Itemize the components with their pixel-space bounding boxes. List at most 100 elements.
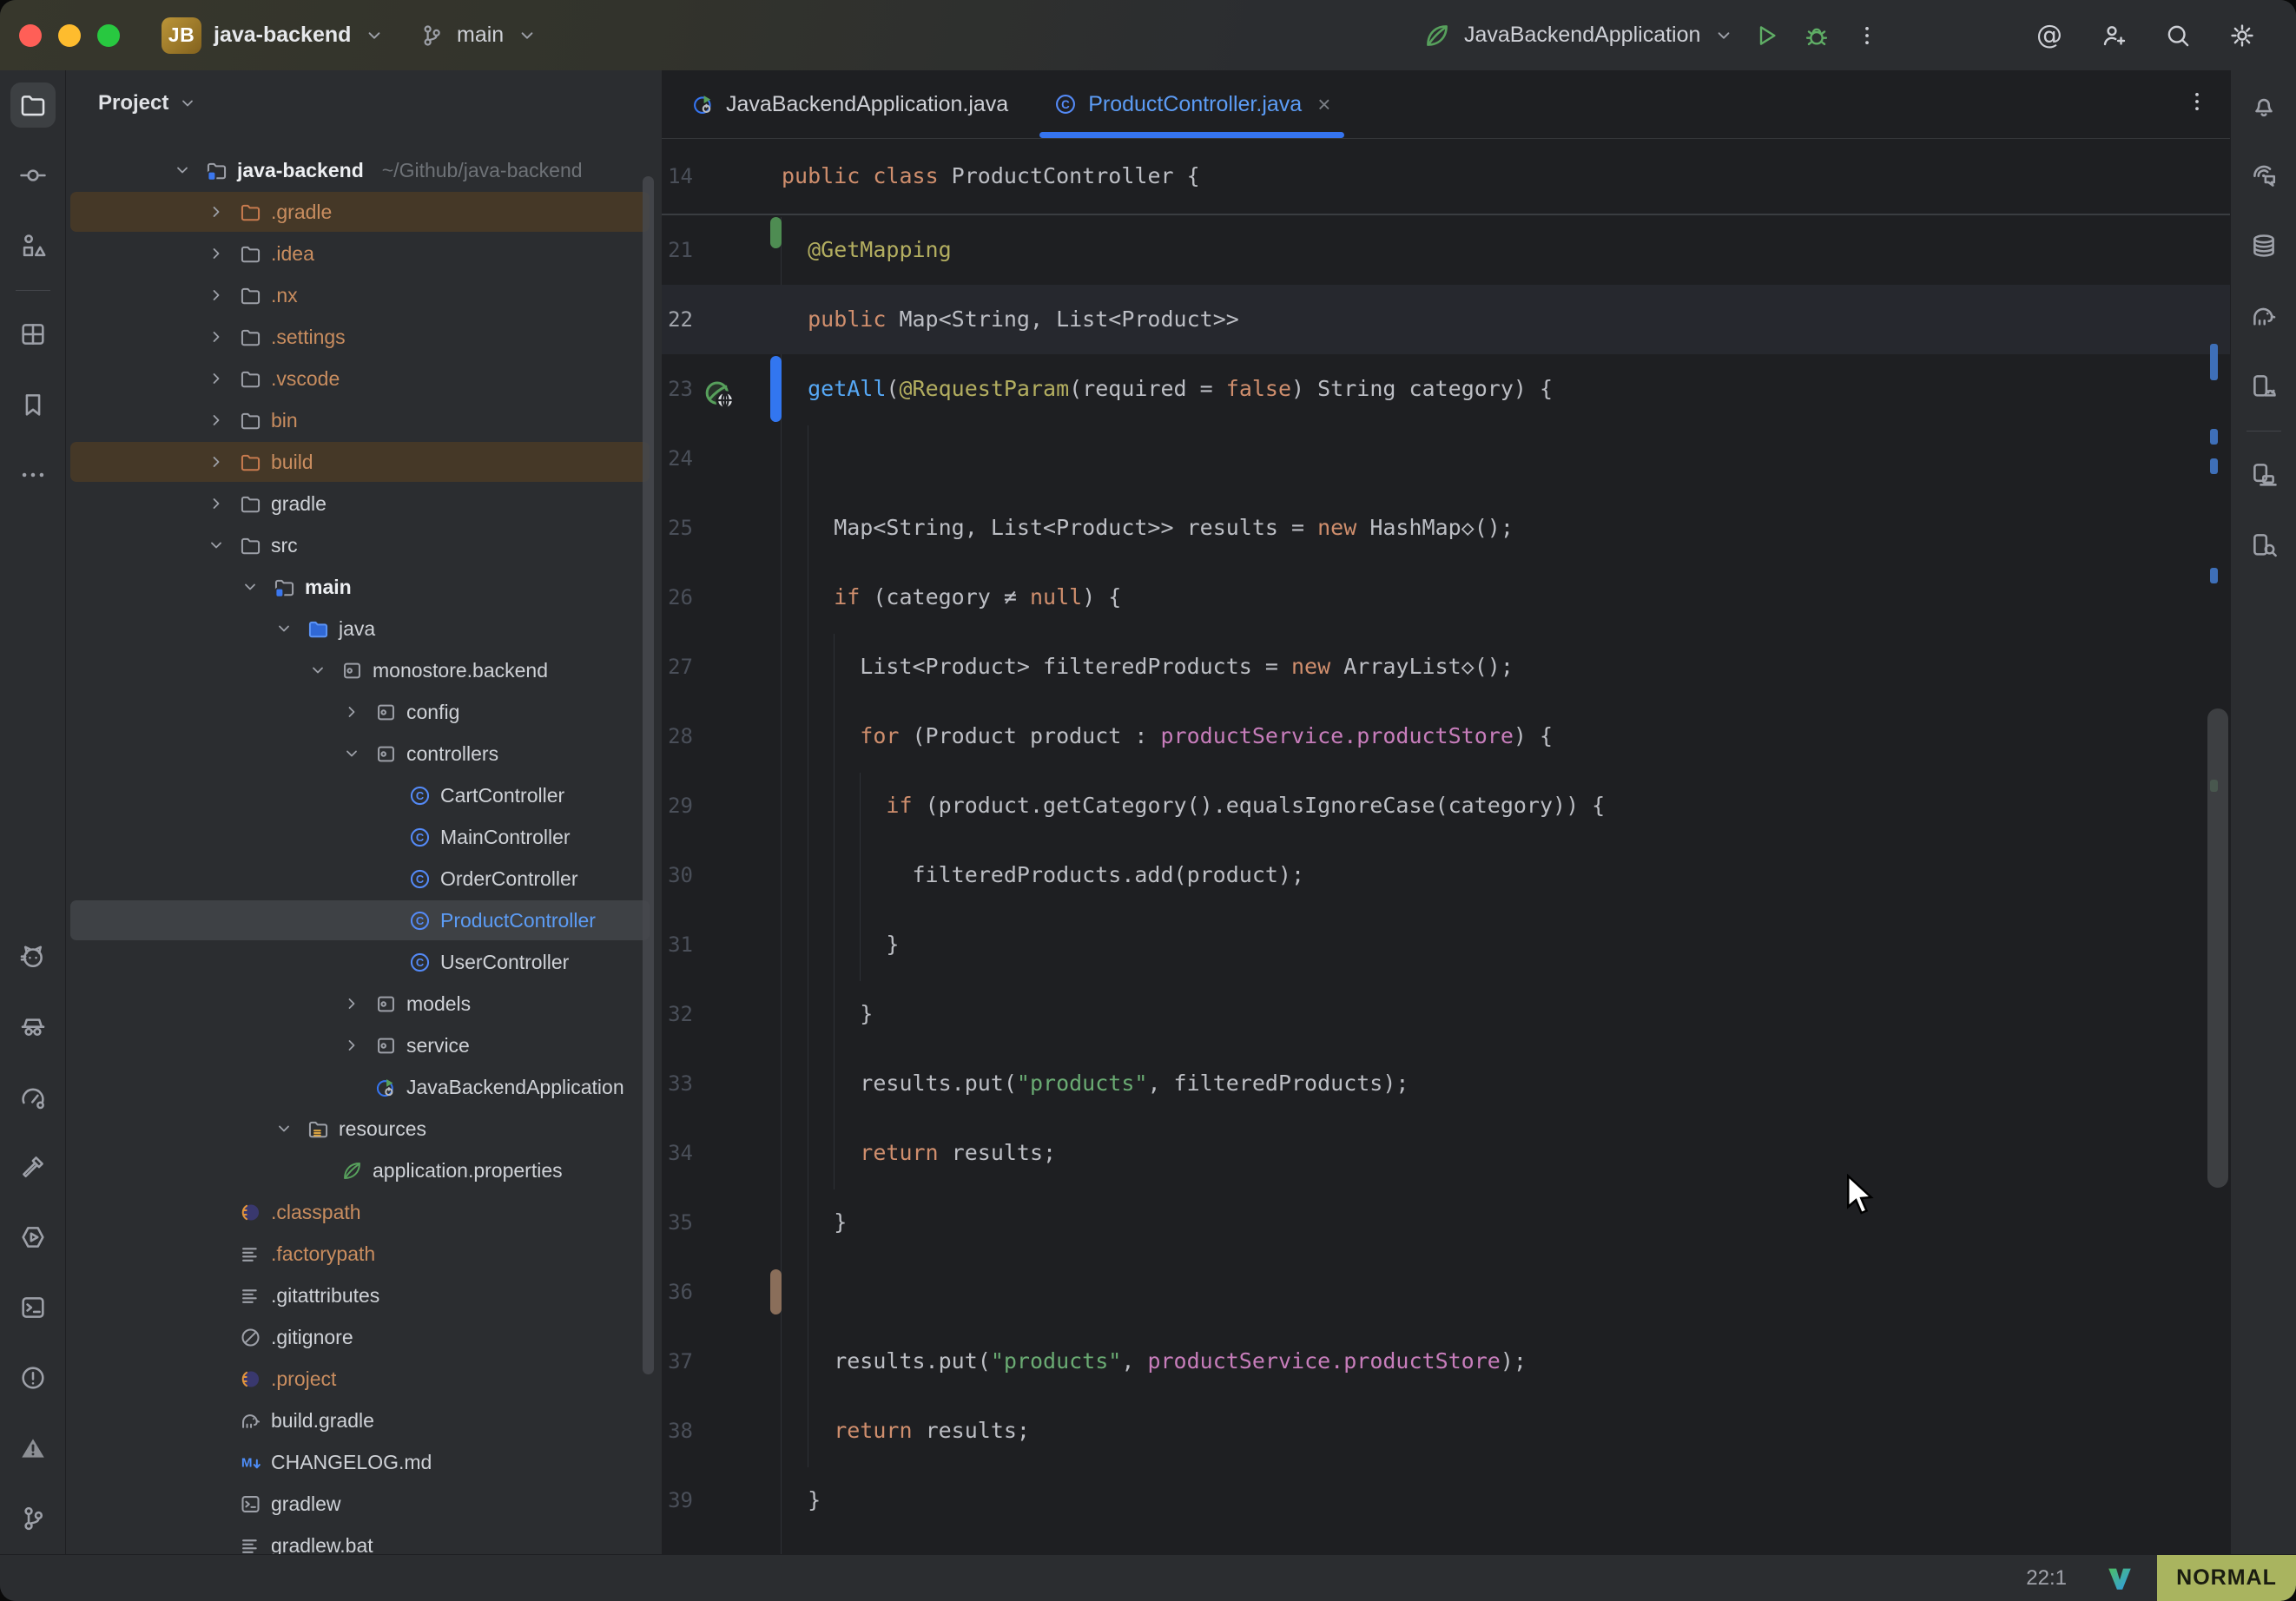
bookmarks-icon[interactable] [10,382,56,427]
tree-item-.idea[interactable]: .idea [67,233,658,274]
chevron-down-icon[interactable] [237,576,263,597]
device-explorer-icon[interactable] [2241,523,2286,568]
chevron-right-icon[interactable] [339,702,365,722]
code-line-35[interactable]: 35} [662,1188,2230,1257]
ai-at-icon[interactable]: @ [2030,16,2068,55]
project-widget[interactable]: JB java-backend [162,0,386,70]
line-number[interactable]: 36 [662,1257,693,1327]
code-line-28[interactable]: 28for (Product product : productService.… [662,702,2230,771]
tree-item-gradlew.bat[interactable]: gradlew.bat [67,1525,658,1554]
line-number[interactable]: 26 [662,563,693,632]
line-number[interactable]: 21 [662,215,693,285]
tree-item-src[interactable]: src [67,524,658,566]
chevron-down-icon[interactable] [305,660,331,681]
chevron-right-icon[interactable] [203,243,229,264]
tree-item-.gitattributes[interactable]: .gitattributes [67,1275,658,1316]
code-line-37[interactable]: 37results.put("products", productService… [662,1327,2230,1396]
line-number[interactable]: 24 [662,424,693,493]
tree-item-controllers[interactable]: controllers [67,733,658,774]
chevron-down-icon[interactable] [169,160,195,181]
line-number[interactable]: 37 [662,1327,693,1396]
tree-item-bin[interactable]: bin [67,399,658,441]
code-line-21[interactable]: 21@GetMapping [662,215,2230,285]
tree-item-.gradle[interactable]: .gradle [67,191,658,233]
tree-item-CartController[interactable]: CCartController [67,774,658,816]
line-number[interactable]: 27 [662,632,693,702]
code-line-32[interactable]: 32} [662,979,2230,1049]
sticky-line[interactable]: 14public class ProductController { [662,139,2230,215]
tree-item-CHANGELOG.md[interactable]: MCHANGELOG.md [67,1441,658,1483]
code-line-27[interactable]: 27List<Product> filteredProducts = new A… [662,632,2230,702]
code-line-24[interactable]: 24 [662,424,2230,493]
build-hammer-icon[interactable] [10,1144,56,1189]
tab-JavaBackendApplication.java[interactable]: JavaBackendApplication.java [669,70,1031,138]
tree-item-monostore.backend[interactable]: monostore.backend [67,649,658,691]
tree-item-service[interactable]: service [67,1025,658,1066]
tab-ProductController.java[interactable]: CProductController.java× [1031,70,1353,138]
plugin-cat-icon[interactable] [10,933,56,978]
incognito-tool-icon[interactable] [10,1004,56,1049]
minimize-window-button[interactable] [58,24,81,47]
running-devices-icon[interactable] [2241,452,2286,497]
services-icon[interactable] [10,1215,56,1260]
zoom-window-button[interactable] [97,24,120,47]
database-icon[interactable] [2241,223,2286,268]
code-line-29[interactable]: 29if (product.getCategory().equalsIgnore… [662,771,2230,840]
device-manager-icon[interactable] [2241,364,2286,409]
editor-scrollbar[interactable] [2207,708,2228,1188]
tree-item-build.gradle[interactable]: build.gradle [67,1400,658,1441]
code-editor[interactable]: 14public class ProductController { 21@Ge… [662,139,2230,1554]
more-actions-kebab-icon[interactable] [1848,16,1886,55]
notifications-bell-icon[interactable] [2241,82,2286,128]
code-line-34[interactable]: 34return results; [662,1118,2230,1188]
code-line-30[interactable]: 30filteredProducts.add(product); [662,840,2230,910]
run-widget[interactable]: JavaBackendApplication [1422,0,1886,70]
tree-item-.gitignore[interactable]: .gitignore [67,1316,658,1358]
chevron-right-icon[interactable] [203,368,229,389]
debug-button[interactable] [1798,16,1836,55]
search-icon[interactable] [2159,16,2197,55]
tab-options-kebab-icon[interactable] [2185,89,2209,118]
tree-item-gradlew[interactable]: gradlew [67,1483,658,1525]
tree-item-UserController[interactable]: CUserController [67,941,658,983]
code-line-26[interactable]: 26if (category ≠ null) { [662,563,2230,632]
chevron-right-icon[interactable] [203,326,229,347]
ai-assistant-icon[interactable] [2241,153,2286,198]
tree-item-application.properties[interactable]: application.properties [67,1150,658,1191]
editor-layout-icon[interactable] [10,312,56,357]
line-number[interactable]: 22 [662,285,693,354]
error-stripe-mark[interactable] [2210,429,2218,445]
ideavim-icon[interactable] [2105,1564,2134,1599]
code-line-25[interactable]: 25Map<String, List<Product>> results = n… [662,493,2230,563]
structure-tool-icon[interactable] [10,223,56,268]
code-line-22[interactable]: 22public Map<String, List<Product>> [662,285,2230,354]
chevron-right-icon[interactable] [203,410,229,431]
gradle-icon[interactable] [2241,293,2286,339]
profiler-icon[interactable] [10,1074,56,1119]
error-stripe-mark[interactable] [2210,568,2218,583]
chevron-right-icon[interactable] [203,493,229,514]
tree-item-ProductController[interactable]: CProductController [67,899,658,941]
line-number[interactable]: 33 [662,1049,693,1118]
line-number[interactable]: 38 [662,1396,693,1466]
line-number[interactable]: 39 [662,1466,693,1535]
tree-item-java-backend[interactable]: java-backend~/Github/java-backend [67,149,658,191]
chevron-right-icon[interactable] [203,201,229,222]
run-button[interactable] [1747,16,1785,55]
git-tool-icon[interactable] [10,1496,56,1541]
code-line-33[interactable]: 33results.put("products", filteredProduc… [662,1049,2230,1118]
code-line-39[interactable]: 39} [662,1466,2230,1535]
caret-position[interactable]: 22:1 [2026,1555,2067,1601]
tree-item-.nx[interactable]: .nx [67,274,658,316]
chevron-down-icon[interactable] [271,1118,297,1139]
line-number[interactable]: 29 [662,771,693,840]
terminal-icon[interactable] [10,1285,56,1330]
chevron-right-icon[interactable] [339,1035,365,1056]
line-number[interactable]: 32 [662,979,693,1049]
branch-widget[interactable]: main [419,0,538,70]
code-line-23[interactable]: 23getAll(@RequestParam(required = false)… [662,354,2230,424]
tree-item-.settings[interactable]: .settings [67,316,658,358]
tree-item-main[interactable]: main [67,566,658,608]
chevron-right-icon[interactable] [203,285,229,306]
line-number[interactable]: 31 [662,910,693,979]
